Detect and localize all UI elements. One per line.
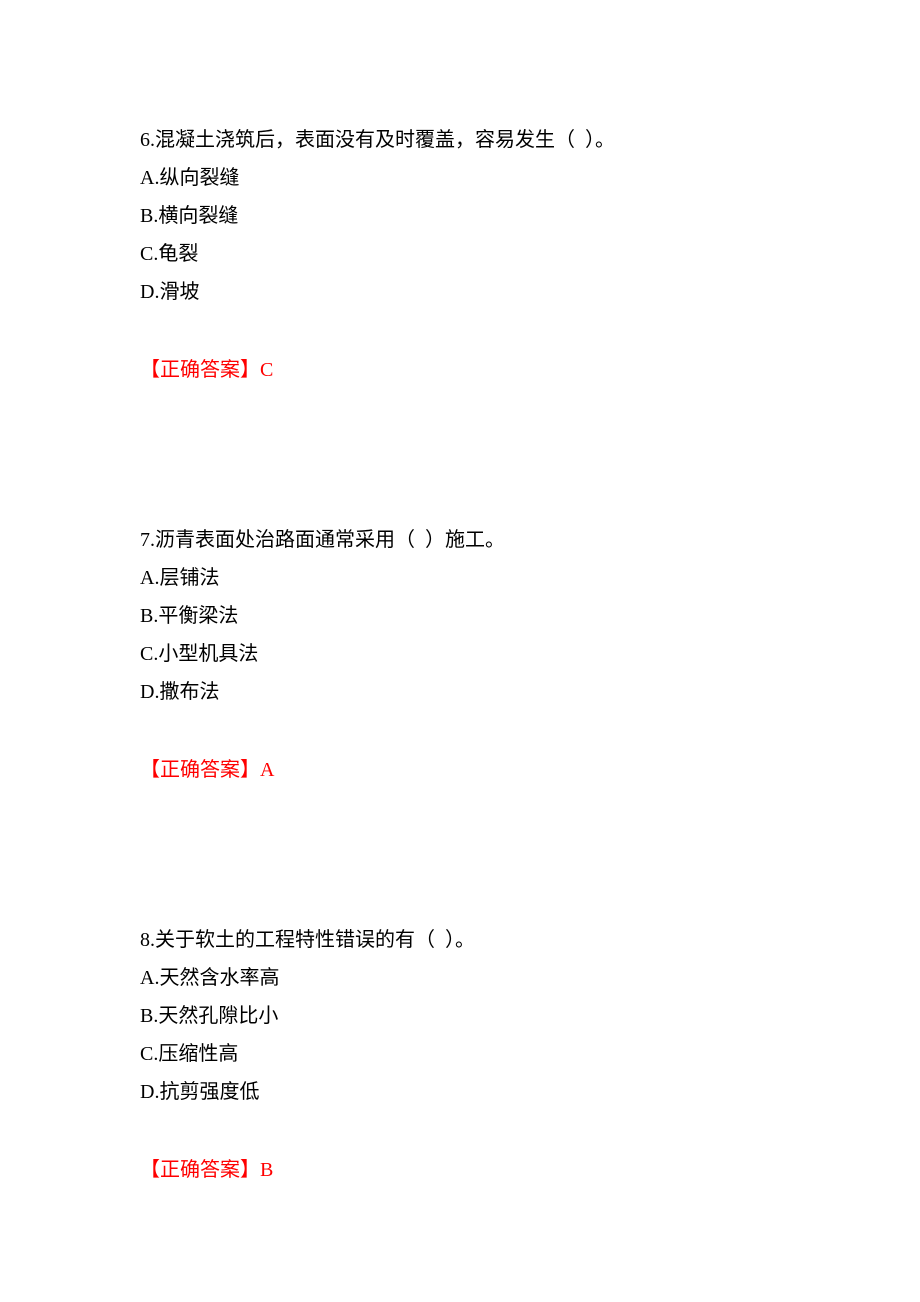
answer-label: 【正确答案】 — [140, 759, 260, 781]
question-option: D.滑坡 — [140, 282, 780, 302]
document-page: 6.混凝土浇筑后，表面没有及时覆盖，容易发生（ ）。 A.纵向裂缝 B.横向裂缝… — [0, 0, 920, 1302]
question-number: 7. — [140, 529, 155, 551]
question-number: 8. — [140, 929, 155, 951]
question-option: C.小型机具法 — [140, 644, 780, 664]
question-block: 6.混凝土浇筑后，表面没有及时覆盖，容易发生（ ）。 A.纵向裂缝 B.横向裂缝… — [140, 130, 780, 380]
answer-value: C — [260, 359, 273, 381]
answer-label: 【正确答案】 — [140, 1159, 260, 1181]
question-block: 7.沥青表面处治路面通常采用（ ）施工。 A.层铺法 B.平衡梁法 C.小型机具… — [140, 530, 780, 780]
answer-line: 【正确答案】C — [140, 360, 780, 380]
answer-line: 【正确答案】A — [140, 760, 780, 780]
question-option: A.天然含水率高 — [140, 968, 780, 988]
answer-line: 【正确答案】B — [140, 1160, 780, 1180]
question-option: C.龟裂 — [140, 244, 780, 264]
question-text: 沥青表面处治路面通常采用（ ）施工。 — [155, 529, 505, 551]
question-option: B.横向裂缝 — [140, 206, 780, 226]
question-stem: 8.关于软土的工程特性错误的有（ ）。 — [140, 930, 780, 950]
question-option: A.层铺法 — [140, 568, 780, 588]
question-option: B.天然孔隙比小 — [140, 1006, 780, 1026]
question-option: B.平衡梁法 — [140, 606, 780, 626]
question-stem: 6.混凝土浇筑后，表面没有及时覆盖，容易发生（ ）。 — [140, 130, 780, 150]
question-text: 关于软土的工程特性错误的有（ ）。 — [155, 929, 475, 951]
answer-value: B — [260, 1159, 273, 1181]
question-stem: 7.沥青表面处治路面通常采用（ ）施工。 — [140, 530, 780, 550]
question-option: D.抗剪强度低 — [140, 1082, 780, 1102]
question-text: 混凝土浇筑后，表面没有及时覆盖，容易发生（ ）。 — [155, 129, 615, 151]
answer-value: A — [260, 759, 274, 781]
question-option: C.压缩性高 — [140, 1044, 780, 1064]
question-block: 8.关于软土的工程特性错误的有（ ）。 A.天然含水率高 B.天然孔隙比小 C.… — [140, 930, 780, 1180]
answer-label: 【正确答案】 — [140, 359, 260, 381]
question-option: A.纵向裂缝 — [140, 168, 780, 188]
question-number: 6. — [140, 129, 155, 151]
question-option: D.撒布法 — [140, 682, 780, 702]
